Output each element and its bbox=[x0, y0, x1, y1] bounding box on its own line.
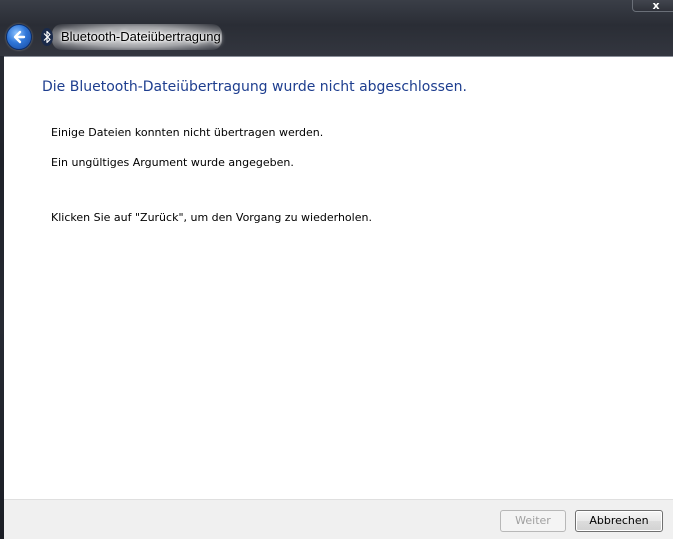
back-arrow-icon bbox=[13, 30, 26, 44]
content-panel: Die Bluetooth-Dateiübertragung wurde nic… bbox=[4, 56, 673, 500]
message-files-not-transferred: Einige Dateien konnten nicht übertragen … bbox=[51, 126, 324, 139]
window-frame: x Bluetooth-Dateiübertragung Die Bluetoo… bbox=[0, 0, 673, 539]
footer-bar: Weiter Abbrechen bbox=[4, 499, 673, 539]
close-button[interactable]: x bbox=[632, 0, 673, 12]
next-button[interactable]: Weiter bbox=[500, 510, 566, 532]
page-heading: Die Bluetooth-Dateiübertragung wurde nic… bbox=[42, 79, 467, 95]
cancel-button[interactable]: Abbrechen bbox=[575, 510, 663, 532]
window-title: Bluetooth-Dateiübertragung bbox=[61, 29, 221, 44]
message-invalid-argument: Ein ungültiges Argument wurde angegeben. bbox=[51, 156, 294, 169]
title-bar: x Bluetooth-Dateiübertragung bbox=[0, 0, 673, 56]
bluetooth-icon bbox=[41, 28, 53, 46]
back-button[interactable] bbox=[6, 24, 32, 50]
message-retry-hint: Klicken Sie auf "Zurück", um den Vorgang… bbox=[51, 211, 372, 224]
